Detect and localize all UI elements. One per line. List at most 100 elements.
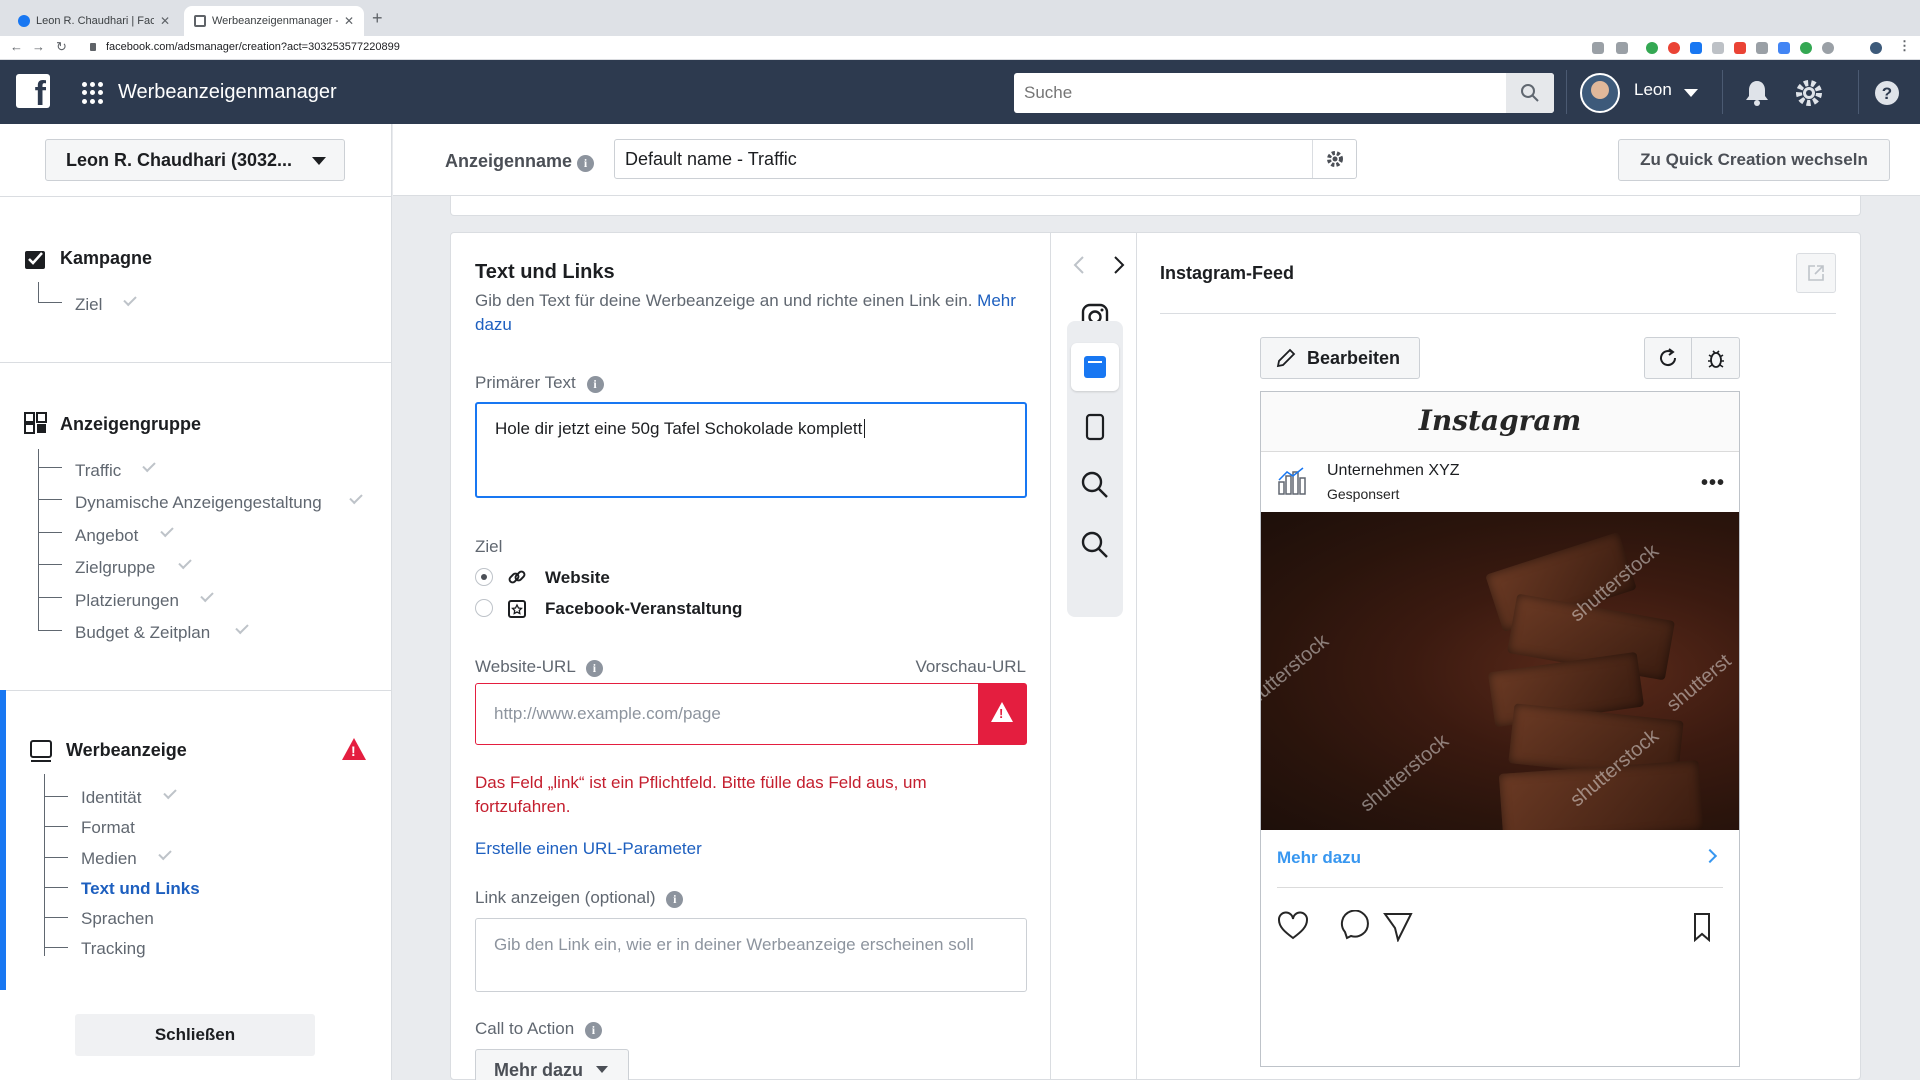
display-link-input[interactable]: Gib den Link ein, wie er in deiner Werbe… [475,918,1027,992]
section-title-campaign[interactable]: Kampagne [60,248,152,269]
section-title-adset[interactable]: Anzeigengruppe [60,414,201,435]
user-name[interactable]: Leon [1634,80,1672,100]
search-input[interactable] [1014,73,1504,113]
website-url-input[interactable] [476,684,956,744]
edit-button[interactable]: Bearbeiten [1260,337,1420,379]
check-icon [178,555,192,570]
chevron-left-icon[interactable] [1073,256,1084,274]
settings-gear-icon[interactable] [1794,78,1824,108]
sidebar-item-budget[interactable]: Budget & Zeitplan [75,623,210,643]
info-icon[interactable]: i [586,376,604,393]
forward-icon[interactable]: → [32,39,45,54]
account-selector[interactable]: Leon R. Chaudhari (3032... [45,139,345,181]
extension-icon[interactable] [1734,42,1746,54]
quick-creation-button[interactable]: Zu Quick Creation wechseln [1618,139,1890,181]
new-tab-icon[interactable]: + [372,8,383,29]
extension-icon[interactable] [1712,42,1724,54]
goal-radio-website[interactable] [475,568,493,586]
sidebar-item-placements[interactable]: Platzierungen [75,591,179,611]
cta-dropdown[interactable]: Mehr dazu [475,1049,629,1080]
browser-tab-adsmanager[interactable]: Werbeanzeigenmanager - Crea ✕ [184,6,364,36]
tab-title: Werbeanzeigenmanager - Crea [212,15,338,27]
info-icon[interactable]: i [666,891,684,908]
warning-icon [342,738,366,760]
instagram-wordmark: Instagram [1261,392,1739,452]
feed-placement-button[interactable] [1071,343,1119,391]
extension-icon[interactable] [1800,42,1812,54]
apps-grid-icon[interactable] [82,82,104,104]
help-icon[interactable]: ? [1872,78,1902,108]
extension-icon[interactable] [1668,42,1680,54]
search-button[interactable] [1506,73,1554,113]
sidebar-item-identity[interactable]: Identität [81,788,142,808]
extension-icon[interactable] [1822,42,1834,54]
previous-card-bottom [450,196,1861,216]
facebook-logo-icon[interactable]: f [16,74,50,108]
app-title[interactable]: Werbeanzeigenmanager [118,81,337,104]
extension-icon[interactable] [1646,42,1658,54]
sidebar-item-ziel[interactable]: Ziel [75,295,102,315]
active-section-indicator [0,690,6,990]
extension-icon[interactable] [1756,42,1768,54]
chevron-right-icon[interactable] [1114,256,1125,274]
tree-line [38,449,39,631]
goal-option-facebook-event[interactable]: Facebook-Veranstaltung [545,599,742,619]
report-bug-button[interactable] [1692,338,1739,378]
sidebar-item-format[interactable]: Format [81,818,135,838]
open-preview-button[interactable] [1796,253,1836,293]
tree-line [44,774,45,956]
sidebar-item-traffic[interactable]: Traffic [75,461,121,481]
close-tab-icon[interactable]: ✕ [160,14,170,28]
ad-name-settings-button[interactable] [1312,140,1356,178]
ig-cta-bar[interactable]: Mehr dazu [1277,830,1723,888]
heart-icon[interactable] [1278,911,1308,940]
divider [0,196,392,197]
url-field[interactable]: facebook.com/adsmanager/creation?act=303… [106,41,400,53]
star-icon[interactable] [1616,42,1628,54]
chevron-down-icon[interactable] [1684,89,1698,97]
preview-url-link[interactable]: Vorschau-URL [915,657,1026,677]
profile-icon[interactable] [1870,42,1882,54]
info-icon[interactable]: i [577,155,595,172]
check-icon [163,785,177,800]
explore-placement-button[interactable] [1071,521,1119,569]
goal-radio-facebook-event[interactable] [475,599,493,617]
stories-placement-button[interactable] [1071,403,1119,451]
info-icon[interactable]: i [585,660,603,677]
refresh-button[interactable] [1645,338,1692,378]
create-url-parameter-link[interactable]: Erstelle einen URL-Parameter [475,839,702,859]
sidebar-item-media[interactable]: Medien [81,849,137,869]
ad-monitor-icon [30,740,52,762]
notifications-bell-icon[interactable] [1742,78,1772,108]
back-icon[interactable]: ← [10,39,23,54]
avatar[interactable] [1580,73,1620,113]
reload-icon[interactable]: ↻ [56,39,67,55]
ad-name-input[interactable] [615,140,1295,178]
sidebar-item-text-and-links[interactable]: Text und Links [81,879,200,899]
share-icon[interactable] [1383,913,1413,942]
sidebar-item-tracking[interactable]: Tracking [81,939,146,959]
sidebar-item-languages[interactable]: Sprachen [81,909,154,929]
zoom-icon[interactable] [1592,42,1604,54]
external-link-icon [1808,265,1824,281]
sidebar-item-offer[interactable]: Angebot [75,526,138,546]
more-options-icon[interactable]: ••• [1701,472,1725,495]
info-icon[interactable]: i [584,1022,602,1039]
menu-icon[interactable]: ⋮ [1898,38,1911,54]
browser-tab-facebook[interactable]: Leon R. Chaudhari | Facebook ✕ [8,6,180,36]
primary-text-input[interactable]: Hole dir jetzt eine 50g Tafel Schokolade… [475,402,1027,498]
link-icon [508,570,526,584]
sidebar-item-audience[interactable]: Zielgruppe [75,558,155,578]
goal-option-website[interactable]: Website [545,568,610,588]
section-title-ad[interactable]: Werbeanzeige [66,740,187,761]
bookmark-icon[interactable] [1694,913,1710,942]
extension-icon[interactable] [1690,42,1702,54]
comment-icon[interactable] [1340,910,1369,940]
close-button[interactable]: Schließen [75,1014,315,1056]
extension-icon[interactable] [1778,42,1790,54]
close-tab-icon[interactable]: ✕ [344,14,354,28]
tree-line [38,499,62,500]
divider [1160,313,1836,314]
explore-placement-button[interactable] [1071,461,1119,509]
sidebar-item-dynamic-creative[interactable]: Dynamische Anzeigengestaltung [75,493,322,513]
